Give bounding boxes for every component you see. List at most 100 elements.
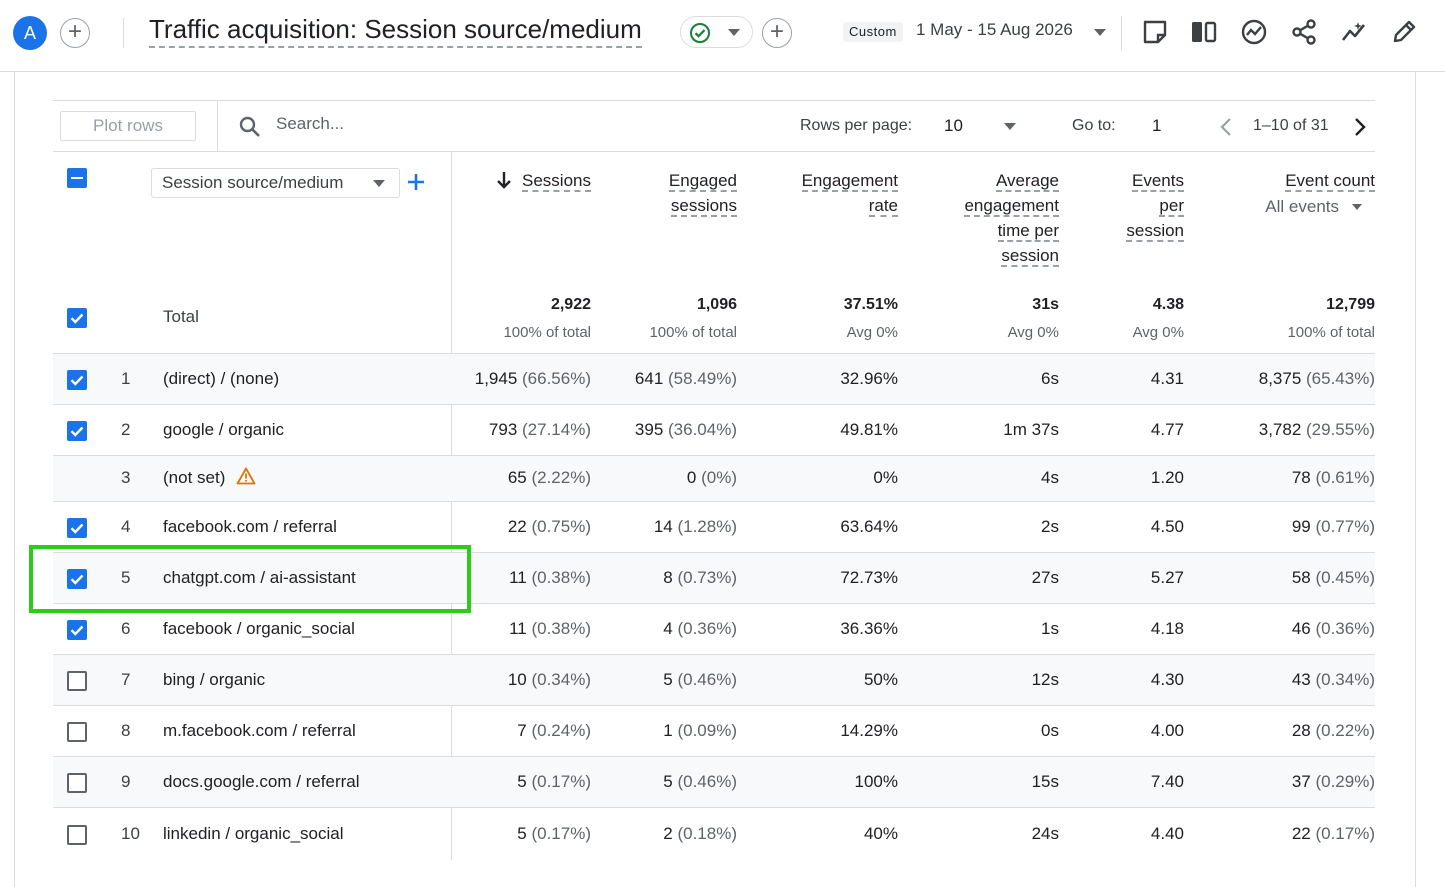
check-circle-icon xyxy=(690,23,710,43)
column-header-1[interactable]: Sessions xyxy=(483,168,591,193)
total-subtext: Avg 0% xyxy=(1132,324,1184,341)
total-checkbox[interactable] xyxy=(67,308,87,328)
row-dimension-value[interactable]: linkedin / organic_social xyxy=(163,824,344,844)
avatar[interactable]: A xyxy=(13,16,47,50)
metric-percent: (65.43%) xyxy=(1306,369,1375,388)
row-dimension-value[interactable]: google / organic xyxy=(163,420,284,440)
metric-value: 32.96% xyxy=(840,369,898,388)
row-checkbox[interactable] xyxy=(67,671,87,691)
goto-label: Go to: xyxy=(1072,117,1116,134)
total-subtext: 100% of total xyxy=(503,324,591,341)
table-row[interactable]: 2 google / organic 793 (27.14%) 395 (36.04%… xyxy=(53,404,1375,456)
metric-percent: (0.73%) xyxy=(677,568,737,587)
metric-value: 793 xyxy=(488,420,518,439)
metric-value: 99 xyxy=(1291,517,1311,536)
row-dimension-value[interactable]: facebook / organic_social xyxy=(163,619,355,639)
row-checkbox[interactable] xyxy=(67,825,87,845)
metric-value: 37 xyxy=(1291,772,1311,791)
warning-icon[interactable] xyxy=(236,467,256,485)
highlight-box xyxy=(29,545,471,613)
row-checkbox[interactable] xyxy=(67,620,87,640)
chevron-down-icon[interactable] xyxy=(1004,123,1016,131)
chevron-left-icon[interactable] xyxy=(1220,117,1232,137)
row-checkbox[interactable] xyxy=(67,421,87,441)
edit-icon[interactable] xyxy=(1390,18,1418,46)
column-header-5[interactable]: Events per session xyxy=(1093,168,1184,243)
metric-cell: 43 (0.34%) xyxy=(1292,670,1375,690)
table-row[interactable]: 3 (not set) 65 (2.22%) 0 (0%) 0% 4s 1.20 78 (0.… xyxy=(53,455,1375,502)
report-status-button[interactable] xyxy=(680,16,753,48)
metric-cell: 5 (0.17%) xyxy=(517,772,591,792)
event-filter-select[interactable]: All events xyxy=(1233,194,1375,219)
metric-percent: (0.34%) xyxy=(531,670,591,689)
metric-cell: 11 (0.38%) xyxy=(509,619,591,639)
data-table: Plot rows Rows per page: 10 Go to: 1 1–1… xyxy=(53,100,1375,860)
metric-cell: 15s xyxy=(1032,772,1059,792)
plus-icon: + xyxy=(67,18,82,45)
column-header-4[interactable]: Average engagement time per session xyxy=(933,168,1059,268)
metric-cell: 11 (0.38%) xyxy=(509,568,591,588)
column-header-6[interactable]: Event count All events xyxy=(1233,168,1375,219)
table-row[interactable]: 7 bing / organic 10 (0.34%) 5 (0.46%) 50% 12s… xyxy=(53,654,1375,706)
row-checkbox[interactable] xyxy=(67,773,87,793)
chevron-down-icon[interactable] xyxy=(1094,29,1106,37)
metric-value: 22 xyxy=(1291,824,1311,843)
share-report-icon[interactable] xyxy=(1141,18,1169,46)
row-checkbox[interactable] xyxy=(67,518,87,538)
metric-cell: 7.40 xyxy=(1151,772,1184,792)
row-checkbox[interactable] xyxy=(67,722,87,742)
column-header-text: time per xyxy=(997,221,1059,242)
select-all-checkbox[interactable] xyxy=(67,168,87,188)
row-dimension-value[interactable]: (direct) / (none) xyxy=(163,369,279,389)
column-header-3[interactable]: Engagement rate xyxy=(773,168,898,218)
column-header-2[interactable]: Engaged sessions xyxy=(629,168,737,218)
goto-input[interactable]: 1 xyxy=(1152,116,1161,136)
metric-value: 63.64% xyxy=(840,517,898,536)
column-header-text: Average xyxy=(995,171,1059,192)
compare-icon[interactable] xyxy=(1190,18,1218,46)
row-dimension-value[interactable]: m.facebook.com / referral xyxy=(163,721,356,741)
table-row[interactable]: 1 (direct) / (none) 1,945 (66.56%) 641 (58.… xyxy=(53,353,1375,405)
row-number: 10 xyxy=(121,824,140,843)
row-dimension-value[interactable]: facebook.com / referral xyxy=(163,517,337,537)
metric-value: 10 xyxy=(507,670,527,689)
share-icon[interactable] xyxy=(1290,18,1318,46)
metric-cell: 10 (0.34%) xyxy=(508,670,591,690)
row-dimension-value[interactable]: (not set) xyxy=(163,468,225,488)
row-number: 1 xyxy=(121,369,131,388)
metric-percent: (0.45%) xyxy=(1315,568,1375,587)
row-checkbox[interactable] xyxy=(67,370,87,390)
metric-value: 4.30 xyxy=(1150,670,1184,689)
table-row[interactable]: 10 linkedin / organic_social 5 (0.17%) 2 (0… xyxy=(53,807,1375,860)
add-dimension-icon[interactable] xyxy=(407,173,425,191)
trend-icon[interactable] xyxy=(1340,18,1368,46)
chevron-right-icon[interactable] xyxy=(1354,117,1366,137)
column-header-text: Engaged xyxy=(668,171,737,192)
metric-percent: (58.49%) xyxy=(668,369,737,388)
row-number: 8 xyxy=(121,721,131,740)
metric-value: 4.00 xyxy=(1150,721,1184,740)
total-subtext: Avg 0% xyxy=(1007,324,1059,341)
dimension-selector[interactable]: Session source/medium xyxy=(151,168,400,198)
metric-value: 5 xyxy=(517,824,527,843)
metric-cell: 32.96% xyxy=(840,369,898,389)
metric-percent: (0.61%) xyxy=(1315,468,1375,487)
total-label: Total xyxy=(163,307,199,326)
metric-cell: 49.81% xyxy=(840,420,898,440)
metric-value: 8 xyxy=(663,568,673,587)
rows-per-page-select[interactable]: 10 xyxy=(944,116,963,136)
table-row[interactable]: 8 m.facebook.com / referral 7 (0.24%) 1 (0.… xyxy=(53,705,1375,757)
date-range[interactable]: 1 May - 15 Aug 2026 xyxy=(916,20,1073,40)
table-toolbar: Plot rows Rows per page: 10 Go to: 1 1–1… xyxy=(53,100,1375,152)
insights-icon[interactable] xyxy=(1240,18,1268,46)
add-comparison-button[interactable]: + xyxy=(60,18,90,48)
row-dimension-value[interactable]: bing / organic xyxy=(163,670,265,690)
metric-cell: 641 (58.49%) xyxy=(635,369,737,389)
add-button[interactable]: + xyxy=(762,18,792,48)
table-row[interactable]: 9 docs.google.com / referral 5 (0.17%) 5 (0… xyxy=(53,756,1375,808)
plot-rows-button[interactable]: Plot rows xyxy=(60,111,196,141)
search-input[interactable] xyxy=(274,113,578,135)
metric-cell: 0s xyxy=(1041,721,1059,741)
chevron-down-icon xyxy=(1352,204,1362,210)
row-dimension-value[interactable]: docs.google.com / referral xyxy=(163,772,360,792)
